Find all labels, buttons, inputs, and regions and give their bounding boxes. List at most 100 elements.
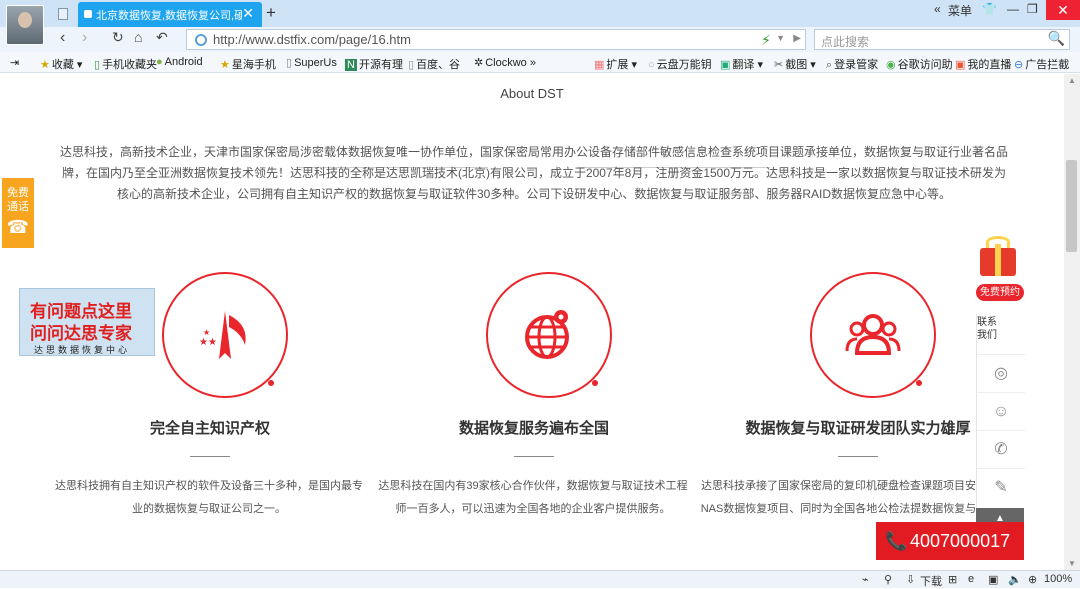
scissors-icon: ✂ (774, 59, 784, 71)
circle-dot (592, 380, 598, 386)
search-input[interactable]: 点此搜索 (821, 33, 869, 50)
bookmark-item[interactable]: ★ 星海手机 (220, 56, 276, 72)
scroll-up-icon[interactable]: ▲ (1068, 76, 1076, 85)
bookmark-item[interactable]: ◉ 谷歌访问助 (886, 56, 953, 72)
cloud-icon: ○ (648, 59, 655, 71)
gift-icon[interactable] (976, 234, 1020, 278)
undo-icon[interactable]: ↶ (156, 29, 168, 46)
android-icon: ● (156, 56, 163, 68)
edit-icon[interactable]: ✎ (977, 468, 1025, 506)
navigation-bar: ‹ › ↻ ⌂ ↶ http://www.dstfix.com/page/16.… (0, 27, 1080, 52)
skin-icon[interactable]: 👕 (982, 2, 997, 16)
page-icon: ▯ (408, 59, 415, 71)
status-bar: ⌁ ⚲ ⇩ 下载 ⊞ e ▣ 🔈 ⊕ 100% (0, 570, 1080, 588)
bookmark-item[interactable]: ⌕ 登录管家 (826, 56, 878, 72)
download-icon[interactable]: ⇩ (906, 573, 915, 586)
bookmark-item[interactable]: ✂ 截图 ▾ (774, 56, 816, 72)
chrome-icon: ◉ (886, 59, 896, 71)
feature-title: 数据恢复服务遍布全国 (458, 420, 609, 437)
contact-us-label: 联系我们 (977, 317, 997, 341)
new-tab-button[interactable]: + (266, 3, 276, 23)
scroll-down-icon[interactable]: ▼ (1068, 559, 1076, 568)
bookmark-item[interactable]: ★ 收藏 ▾ (40, 56, 82, 72)
settings-icon[interactable]: ⊞ (948, 573, 957, 586)
bookmark-item[interactable]: ▯ SuperUs (286, 56, 337, 69)
hotline-button[interactable]: 📞 4007000017 (876, 522, 1024, 560)
phone-icon: ▯ (94, 59, 101, 71)
feature-desc: 达思科技承接了国家保密局的复印机硬盘检查课题项目安全局的NAS数据恢复项目、同时… (700, 480, 1010, 515)
zoom-icon[interactable]: ⊕ (1028, 573, 1037, 586)
bookmark-item[interactable]: ▣ 翻译 ▾ (720, 56, 763, 72)
bookmark-item[interactable]: ✲ Clockwo » (474, 56, 536, 69)
page-content: ▬ ▬ About DST 达思科技，高新技术企业，天津市国家保密局涉密载体数据… (0, 74, 1064, 570)
scroll-thumb[interactable] (1066, 160, 1077, 252)
bookmark-item[interactable]: ▣ 我的直播 (955, 56, 1011, 72)
divider (190, 456, 230, 457)
page-icon[interactable] (58, 8, 68, 20)
globe-pin-icon (525, 310, 569, 359)
weibo-icon[interactable]: ◎ (977, 354, 1025, 392)
search-icon[interactable]: 🔍 (1048, 30, 1065, 47)
feature-title: 数据恢复与取证研发团队实力雄厚 (745, 420, 971, 437)
forward-icon[interactable]: › (82, 29, 87, 47)
phone-icon[interactable]: ✆ (977, 430, 1025, 468)
window-close-icon[interactable]: ✕ (1046, 0, 1080, 20)
volume-icon[interactable]: 🔈 (1008, 573, 1022, 586)
svg-text:★: ★ (203, 328, 210, 337)
bookmark-item[interactable]: ▯ 手机收藏夹 (94, 56, 157, 72)
address-bar[interactable]: http://www.dstfix.com/page/16.htm ⚡ ▼ ▶ (186, 29, 806, 50)
gear-icon: ✲ (474, 57, 484, 69)
home-icon[interactable]: ⌂ (134, 29, 142, 45)
feature-desc: 达思科技拥有自主知识产权的软件及设备三十多种，是国内最专业的数据恢复与取证公司之… (55, 480, 363, 515)
tab-title: 北京数据恢复,数据恢复公司,硬盘 (96, 10, 242, 22)
free-booking-button[interactable]: 免费预约 (976, 284, 1024, 301)
vertical-scrollbar[interactable]: ▲ ▼ (1064, 74, 1080, 570)
unknown-icon[interactable]: ⌁ (862, 573, 869, 586)
bookmark-item[interactable]: ▯ 百度、谷 (408, 56, 460, 72)
avatar[interactable] (6, 5, 44, 45)
zoom-level[interactable]: 100% (1044, 573, 1072, 585)
team-icon (845, 314, 901, 355)
bookmark-item[interactable]: ● Android (156, 56, 203, 68)
search-icon: ⌕ (826, 59, 833, 71)
title-bar: 北京数据恢复,数据恢复公司,硬盘 ✕ + « 菜单 👕 — ❐ ✕ (0, 0, 1080, 27)
back-icon[interactable]: ‹ (60, 29, 65, 47)
bookmark-item[interactable]: N 开源有理 (345, 56, 403, 72)
tab-close-icon[interactable]: ✕ (242, 5, 254, 22)
pin-icon[interactable]: ⚲ (884, 573, 892, 586)
intro-paragraph: 达思科技，高新技术企业，天津市国家保密局涉密载体数据恢复唯一协作单位，国家保密局… (59, 145, 1008, 201)
collapse-icon[interactable]: « (934, 2, 941, 16)
page-icon: ▯ (286, 57, 293, 69)
dropdown-icon[interactable]: ▼ (776, 33, 785, 43)
restore-icon[interactable]: ❐ (1027, 2, 1038, 16)
minimize-icon[interactable]: — (1007, 2, 1019, 16)
bookmark-item[interactable]: ▦ 扩展 ▾ (594, 56, 637, 72)
badge-icon: ★★ ★ (199, 311, 246, 359)
sidebar-toggle-icon[interactable]: ⇥ (10, 56, 19, 69)
tab-active[interactable]: 北京数据恢复,数据恢复公司,硬盘 ✕ (78, 2, 262, 27)
translate-icon: ▣ (720, 59, 731, 71)
circle-dot (916, 380, 922, 386)
grid-icon: ▦ (594, 59, 605, 71)
site-info-icon[interactable] (195, 34, 207, 46)
bookmark-item[interactable]: ⊖ 广告拦截 (1014, 56, 1069, 72)
block-icon: ⊖ (1014, 59, 1024, 71)
download-label[interactable]: 下载 (920, 573, 942, 589)
menu-button[interactable]: 菜单 (948, 2, 972, 19)
lightning-icon[interactable]: ⚡ (761, 32, 771, 49)
ask-expert-banner[interactable]: 有问题点这里 问问达思专家 达思数据恢复中心 (19, 288, 155, 356)
bookmark-item[interactable]: ○ 云盘万能钥 (648, 56, 712, 72)
feature-circle-ip: ★★ ★ (162, 272, 288, 398)
contact-side-panel: 联系我们 ◎ ☺ ✆ ✎ (976, 314, 1025, 510)
browser-mode-icon[interactable]: e (968, 573, 974, 585)
divider (514, 456, 554, 457)
circle-dot (268, 380, 274, 386)
refresh-icon[interactable]: ↻ (112, 29, 124, 46)
free-call-button[interactable]: 免费通话 ☎ (2, 178, 34, 248)
search-box[interactable]: 点此搜索 🔍 (814, 29, 1070, 50)
image-icon[interactable]: ▣ (988, 573, 998, 586)
go-icon[interactable]: ▶ (793, 33, 801, 44)
wechat-icon[interactable]: ☺ (977, 392, 1025, 430)
url-text[interactable]: http://www.dstfix.com/page/16.htm (213, 32, 411, 47)
phone-icon: ☎ (6, 217, 30, 237)
